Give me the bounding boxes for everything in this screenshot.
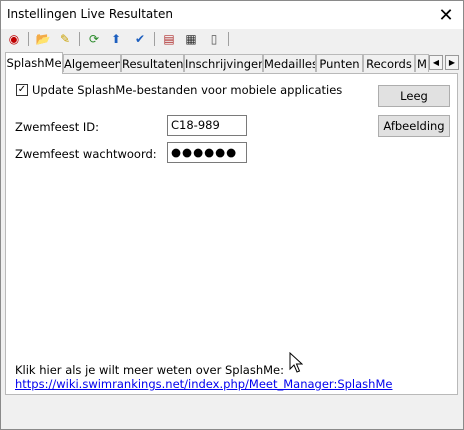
settings-window: Instellingen Live Resultaten ✕ ◉ 📂 ✎ ⟳ ⬆ ✔ ▤ ▦ ▯… [0, 0, 464, 430]
toolbar-separator [79, 32, 80, 46]
update-splashme-label: Update SplashMe-bestanden voor mobiele a… [32, 83, 343, 97]
toolbar-separator [28, 32, 29, 46]
tab-punten[interactable]: Punten [316, 54, 363, 72]
status-bar [1, 399, 463, 429]
toolbar-separator [228, 32, 229, 46]
record-icon[interactable]: ◉ [6, 31, 22, 47]
tab-m[interactable]: M [415, 54, 429, 72]
open-folder-icon[interactable]: 📂 [35, 31, 51, 47]
tab-records[interactable]: Records [363, 54, 415, 72]
toolbar-separator [154, 32, 155, 46]
tab-splashme[interactable]: SplashMe [5, 52, 63, 74]
tab-algemeen[interactable]: Algemeen [63, 54, 121, 72]
tab-strip: M Records Punten Medailles Inschrijvingen Res… [1, 52, 463, 74]
properties-icon[interactable]: ▤ [161, 31, 177, 47]
mouse-cursor-icon [289, 352, 303, 373]
refresh-icon[interactable]: ⟳ [86, 31, 102, 47]
upload-icon[interactable]: ⬆ [108, 31, 124, 47]
window-title: Instellingen Live Resultaten [7, 7, 173, 21]
toolbar: ◉ 📂 ✎ ⟳ ⬆ ✔ ▤ ▦ ▯ [1, 29, 463, 50]
title-bar: Instellingen Live Resultaten ✕ [1, 1, 463, 29]
tab-scroll-right-button[interactable]: ▶ [445, 55, 459, 70]
document-icon[interactable]: ▯ [206, 31, 222, 47]
check-tools-icon[interactable]: ✔ [132, 31, 148, 47]
tab-scroll-left-button[interactable]: ◀ [429, 55, 443, 70]
settings-list-icon[interactable]: ▦ [183, 31, 199, 47]
update-splashme-checkbox[interactable]: ✓ [16, 84, 28, 96]
edit-folder-icon[interactable]: ✎ [57, 31, 73, 47]
info-text: Klik hier als je wilt meer weten over Sp… [15, 363, 285, 377]
tab-inschrijvingen[interactable]: Inschrijvingen [184, 54, 263, 72]
tab-resultaten[interactable]: Resultaten [121, 54, 184, 72]
close-button[interactable]: ✕ [429, 1, 463, 29]
clear-button[interactable]: Leeg [378, 85, 450, 107]
splashme-panel: ✓ Update SplashMe-bestanden voor mobiele… [5, 73, 458, 395]
image-button[interactable]: Afbeelding [378, 115, 450, 137]
checkbox-check-icon: ✓ [17, 84, 27, 95]
meet-id-input[interactable]: C18-989 [167, 115, 247, 136]
password-label: Zwemfeest wachtwoord: [15, 147, 157, 161]
meet-id-label: Zwemfeest ID: [15, 120, 100, 134]
splashme-wiki-link[interactable]: https://wiki.swimrankings.net/index.php/… [15, 377, 392, 391]
tab-medailles[interactable]: Medailles [263, 54, 316, 72]
password-input[interactable]: ●●●●●● [167, 142, 247, 163]
